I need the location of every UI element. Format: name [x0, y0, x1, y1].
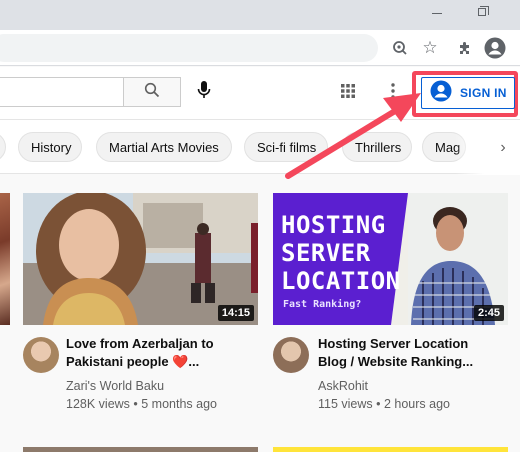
video-thumbnail[interactable]: 14:15 — [23, 193, 258, 325]
address-bar[interactable] — [0, 34, 378, 62]
chip-partial[interactable] — [0, 132, 6, 162]
sign-in-button[interactable]: SIGN IN — [421, 77, 515, 109]
apps-button[interactable] — [335, 80, 361, 106]
more-vert-icon — [391, 82, 395, 104]
chip-martial-arts-movies[interactable]: Martial Arts Movies — [96, 132, 232, 162]
video-thumbnail-partial[interactable] — [0, 193, 10, 325]
thumbnail-subtitle: Fast Ranking? — [283, 299, 362, 310]
account-circle-icon — [430, 80, 452, 107]
chip-thrillers[interactable]: Thrillers — [342, 132, 412, 162]
search-button[interactable] — [123, 77, 181, 107]
apps-grid-icon — [340, 83, 356, 104]
video-duration: 2:45 — [473, 305, 504, 321]
lens-icon[interactable] — [390, 38, 410, 58]
channel-name[interactable]: AskRohit — [318, 377, 368, 395]
chip-history[interactable]: History — [18, 132, 82, 162]
mic-icon — [197, 80, 211, 105]
video-duration: 14:15 — [217, 305, 254, 321]
chevron-right-icon[interactable]: › — [492, 137, 514, 159]
video-title[interactable]: Love from Azerbaljan to Pakistani people… — [66, 335, 236, 371]
profile-icon[interactable] — [484, 37, 506, 59]
video-meta: 128K views • 5 months ago — [66, 397, 217, 411]
sign-in-label: SIGN IN — [460, 86, 507, 100]
video-grid: 14:15 HOSTING SERVER LOCATION Fast Ranki… — [0, 175, 520, 452]
channel-name[interactable]: Zari's World Baku — [66, 377, 164, 395]
chip-sci-fi-films[interactable]: Sci-fi films — [244, 132, 328, 162]
video-title[interactable]: Hosting Server Location Blog / Website R… — [318, 335, 488, 371]
video-thumbnail-partial[interactable] — [23, 447, 258, 452]
thumbnail-title-line: HOSTING — [281, 211, 386, 239]
extensions-icon[interactable] — [455, 38, 475, 58]
channel-avatar[interactable] — [273, 337, 309, 373]
thumbnail-title-line: LOCATION — [281, 267, 401, 295]
voice-search-button[interactable] — [190, 78, 218, 106]
star-icon[interactable]: ☆ — [420, 38, 440, 58]
video-meta: 115 views • 2 hours ago — [318, 397, 451, 411]
search-input[interactable] — [0, 77, 123, 107]
browser-titlebar — [0, 0, 520, 30]
video-thumbnail[interactable]: HOSTING SERVER LOCATION Fast Ranking? 2:… — [273, 193, 508, 325]
thumbnail-title-line: SERVER — [281, 239, 371, 267]
channel-avatar[interactable] — [23, 337, 59, 373]
search-icon — [144, 82, 160, 103]
browser-toolbar: ☆ — [0, 30, 520, 66]
thumbnail-title-text: HOSTING SERVER LOCATION — [281, 211, 401, 295]
video-thumbnail-partial[interactable] — [273, 447, 508, 452]
minimize-icon[interactable] — [432, 13, 442, 14]
category-chips-bar: History Martial Arts Movies Sci-fi films… — [0, 119, 520, 175]
restore-icon[interactable] — [478, 6, 489, 16]
settings-menu-button[interactable] — [382, 80, 404, 106]
